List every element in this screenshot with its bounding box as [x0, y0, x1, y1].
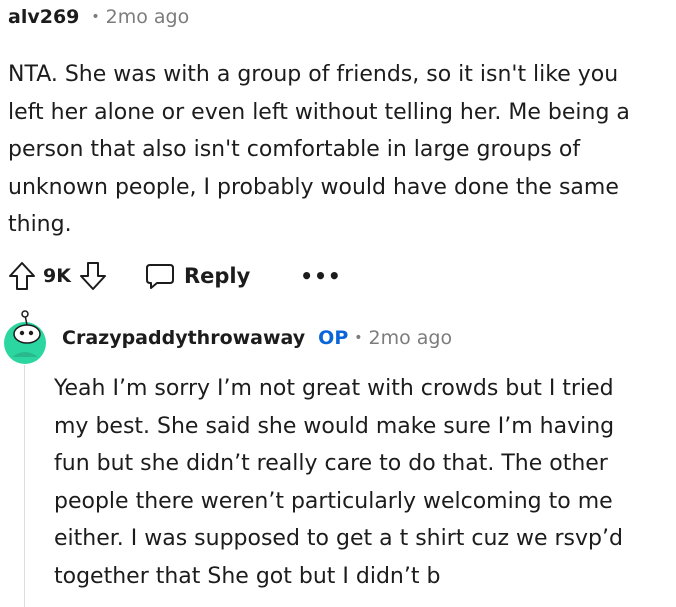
op-badge: OP — [318, 327, 349, 349]
reply-username[interactable]: Crazypaddythrowaway — [62, 327, 305, 349]
reply-label: Reply — [183, 264, 251, 288]
comment-body-line: thing. — [8, 212, 72, 237]
reply-body-line: fun but she didn’t really care to do tha… — [54, 451, 608, 476]
downvote-button[interactable] — [79, 261, 107, 291]
thread-line[interactable] — [24, 365, 25, 607]
vote-count: 9K — [43, 265, 71, 287]
reply-comment: Crazypaddythrowaway OP • 2mo ago Yeah I’… — [54, 318, 672, 589]
reply-button[interactable]: Reply — [145, 262, 250, 290]
reply-time[interactable]: 2mo ago — [369, 327, 453, 349]
meta-separator: • — [354, 330, 363, 346]
reply-body: Yeah I’m sorry I’m not great with crowds… — [54, 370, 670, 595]
comment-time[interactable]: 2mo ago — [106, 6, 190, 28]
comment-actions: 9K Reply ••• — [8, 258, 342, 294]
snoo-avatar-icon[interactable] — [2, 309, 48, 365]
speech-bubble-icon — [145, 264, 174, 289]
meta-separator: • — [91, 9, 100, 25]
comment-username[interactable]: alv269 — [8, 6, 79, 28]
more-options-button[interactable]: ••• — [300, 264, 341, 288]
reply-body-line: my best. She said she would make sure I’… — [54, 413, 615, 439]
reply-body-line: people there weren’t particularly welcom… — [54, 488, 613, 514]
comment-meta: alv269 • 2mo ago — [8, 6, 189, 28]
comment-body-line: unknown people, I probably would have do… — [8, 174, 619, 200]
reply-body-line: Yeah I’m sorry I’m not great with crowds… — [54, 376, 614, 401]
comment-body-line: NTA. She was with a group of friends, so… — [8, 62, 619, 87]
reply-meta: Crazypaddythrowaway OP • 2mo ago — [62, 318, 672, 358]
upvote-button[interactable] — [8, 261, 36, 291]
reply-body-line: either. I was supposed to get a t shirt … — [54, 526, 623, 551]
comment-body: NTA. She was with a group of friends, so… — [8, 56, 668, 244]
arrow-down-icon — [79, 262, 106, 290]
reply-body-line: together that She got but I didn’t b — [54, 563, 441, 589]
arrow-up-icon — [9, 262, 35, 290]
comment-body-line: left her alone or even left without tell… — [8, 99, 630, 125]
comment-body-line: person that also isn't comfortable in la… — [8, 137, 581, 162]
